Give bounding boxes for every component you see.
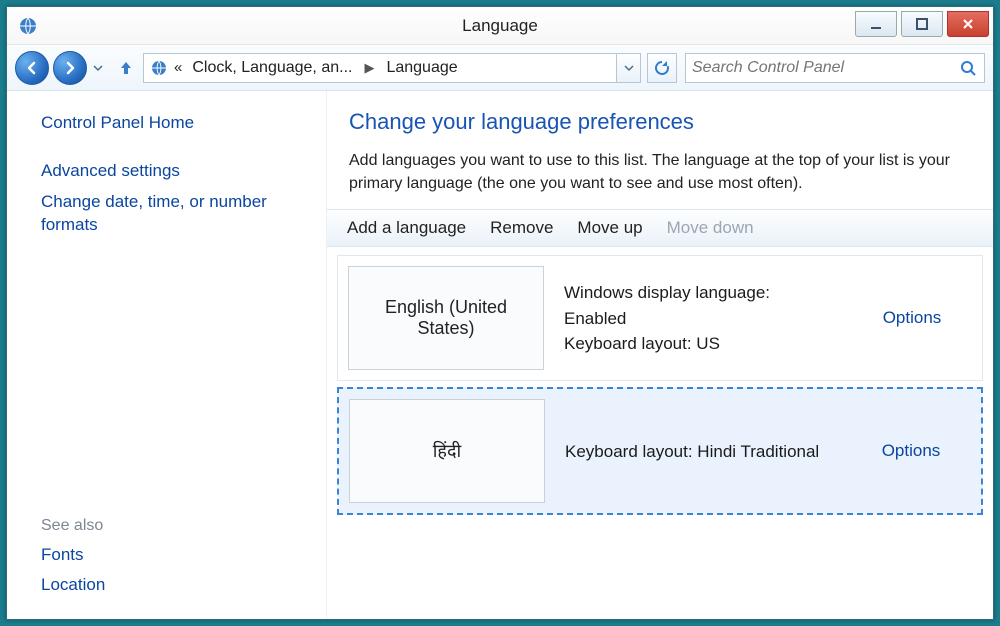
window-controls [855, 15, 993, 37]
options-link[interactable]: Options [882, 441, 941, 461]
sidebar-link-datetime[interactable]: Change date, time, or number formats [41, 191, 308, 237]
sidebar-link-location[interactable]: Location [41, 575, 308, 595]
language-options-cell: Options [841, 389, 981, 513]
info-line: Keyboard layout: US [564, 331, 832, 357]
page-description: Add languages you want to use to this li… [349, 149, 971, 195]
language-tile: हिंदी [349, 399, 545, 503]
language-info: Windows display language: Enabled Keyboa… [554, 256, 842, 380]
language-toolbar: Add a language Remove Move up Move down [327, 209, 993, 247]
info-line: Keyboard layout: Hindi Traditional [565, 439, 831, 465]
sidebar-link-advanced[interactable]: Advanced settings [41, 161, 308, 181]
minimize-button[interactable] [855, 11, 897, 37]
app-icon [17, 15, 39, 37]
toolbar-remove[interactable]: Remove [490, 218, 553, 238]
titlebar: Language [7, 7, 993, 45]
breadcrumb-seg-current[interactable]: Language [380, 59, 463, 77]
location-icon [148, 57, 170, 79]
sidebar-link-home[interactable]: Control Panel Home [41, 113, 308, 133]
content-area: Control Panel Home Advanced settings Cha… [7, 91, 993, 619]
language-list: English (United States) Windows display … [327, 247, 993, 531]
history-dropdown[interactable] [91, 63, 105, 73]
sidebar-link-fonts[interactable]: Fonts [41, 545, 308, 565]
toolbar-add-language[interactable]: Add a language [347, 218, 466, 238]
toolbar-move-down: Move down [667, 218, 754, 238]
forward-button[interactable] [53, 51, 87, 85]
language-row[interactable]: हिंदी Keyboard layout: Hindi Traditional… [337, 387, 983, 515]
chevron-right-icon[interactable]: ▶ [358, 60, 380, 76]
language-tile: English (United States) [348, 266, 544, 370]
language-row[interactable]: English (United States) Windows display … [337, 255, 983, 381]
navigation-bar: « Clock, Language, an... ▶ Language [7, 45, 993, 91]
breadcrumb-dropdown[interactable] [616, 54, 640, 82]
window-title: Language [7, 16, 993, 36]
language-options-cell: Options [842, 256, 982, 380]
language-info: Keyboard layout: Hindi Traditional [555, 389, 841, 513]
search-icon[interactable] [958, 58, 978, 78]
back-button[interactable] [15, 51, 49, 85]
window: Language [6, 6, 994, 620]
breadcrumb[interactable]: « Clock, Language, an... ▶ Language [143, 53, 641, 83]
refresh-button[interactable] [647, 53, 677, 83]
sidebar: Control Panel Home Advanced settings Cha… [7, 91, 327, 619]
search-box[interactable] [685, 53, 985, 83]
close-button[interactable] [947, 11, 989, 37]
main-panel: Change your language preferences Add lan… [327, 91, 993, 619]
maximize-button[interactable] [901, 11, 943, 37]
see-also-label: See also [41, 517, 308, 535]
info-line: Windows display language: Enabled [564, 280, 832, 331]
breadcrumb-prefix: « [174, 59, 182, 76]
search-input[interactable] [692, 59, 958, 77]
toolbar-move-up[interactable]: Move up [577, 218, 642, 238]
options-link[interactable]: Options [883, 308, 942, 328]
breadcrumb-seg-parent[interactable]: Clock, Language, an... [186, 59, 358, 77]
page-heading: Change your language preferences [349, 109, 971, 135]
up-button[interactable] [115, 57, 137, 79]
